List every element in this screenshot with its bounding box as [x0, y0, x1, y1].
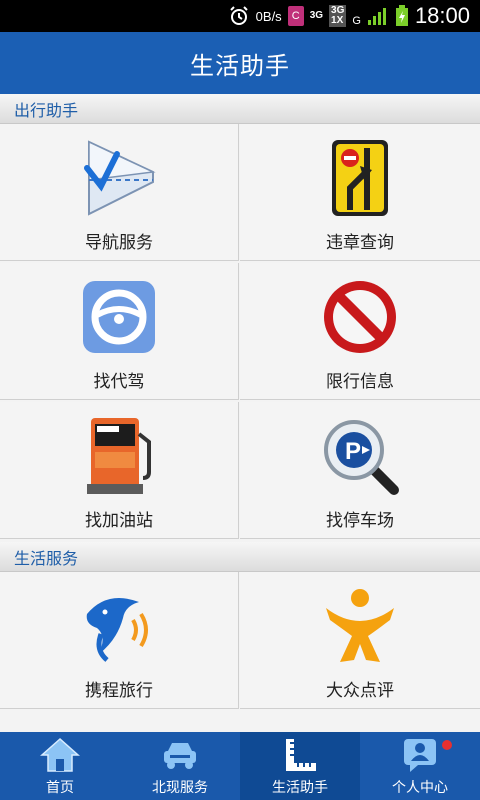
grid-item-designated-driver[interactable]: 找代驾	[0, 263, 239, 400]
section-header-life: 生活服务	[0, 542, 480, 572]
section-title: 出行助手	[14, 100, 79, 120]
grid-item-label: 找代驾	[93, 372, 145, 392]
tab-label: 个人中心	[392, 780, 448, 796]
person-logo-icon	[318, 584, 402, 668]
clock: 18:00	[414, 3, 470, 28]
battery-icon	[395, 5, 409, 27]
travel-grid: 导航服务 违章查询 找代驾 限行信息 找加油站 P 找停车场	[0, 124, 480, 542]
bottom-nav: 首页 北现服务 生活助手 个人中心	[0, 732, 480, 800]
no-entry-icon	[318, 275, 402, 359]
tab-label: 首页	[46, 780, 74, 796]
net-3g-indicator: 3G	[309, 10, 324, 21]
tab-service[interactable]: 北现服务	[120, 732, 240, 800]
profile-chat-icon	[398, 736, 442, 774]
grid-item-label: 找停车场	[326, 511, 394, 531]
grid-item-violation-query[interactable]: 违章查询	[240, 124, 480, 261]
grid-item-dianping[interactable]: 大众点评	[240, 572, 480, 709]
alarm-icon	[228, 5, 250, 27]
tab-home[interactable]: 首页	[0, 732, 120, 800]
app-header: 生活助手	[0, 32, 480, 94]
grid-item-label: 违章查询	[326, 233, 394, 253]
car-icon	[158, 736, 202, 774]
grid-item-ctrip[interactable]: 携程旅行	[0, 572, 239, 709]
tab-label: 北现服务	[152, 780, 208, 796]
net-3g1x-indicator: 3G 1X	[329, 5, 347, 27]
grid-item-label: 携程旅行	[85, 681, 153, 701]
grid-item-parking[interactable]: P 找停车场	[240, 402, 480, 539]
grid-item-navigation[interactable]: 导航服务	[0, 124, 239, 261]
grid-item-restriction-info[interactable]: 限行信息	[240, 263, 480, 400]
app-notification-icon: C	[287, 6, 304, 26]
gas-pump-icon	[77, 414, 161, 498]
section-header-travel: 出行助手	[0, 94, 480, 124]
parking-search-icon: P	[318, 414, 402, 498]
grid-item-label: 大众点评	[326, 681, 394, 701]
svg-text:P: P	[345, 438, 361, 465]
navigation-icon	[77, 136, 161, 220]
ruler-icon	[278, 736, 322, 774]
home-icon	[38, 736, 82, 774]
life-grid: 携程旅行 大众点评	[0, 572, 480, 732]
grid-item-label: 限行信息	[326, 372, 394, 392]
tab-label: 生活助手	[272, 780, 328, 796]
section-title: 生活服务	[14, 548, 79, 568]
steering-wheel-icon	[77, 275, 161, 359]
grid-item-label: 找加油站	[85, 511, 153, 531]
network-speed: 0B/s	[255, 8, 282, 24]
traffic-sign-icon	[318, 136, 402, 220]
net-g-indicator: G	[352, 15, 361, 27]
tab-life-assistant[interactable]: 生活助手	[240, 732, 360, 800]
grid-item-label: 导航服务	[85, 233, 153, 253]
grid-item-gas-station[interactable]: 找加油站	[0, 402, 239, 539]
dolphin-icon	[77, 584, 161, 668]
tab-profile[interactable]: 个人中心	[360, 732, 480, 800]
page-title: 生活助手	[190, 51, 290, 80]
status-bar: 0B/s C 3G 3G 1X G 18:00	[0, 0, 480, 32]
signal-icon	[367, 6, 389, 26]
notification-dot	[442, 740, 452, 750]
